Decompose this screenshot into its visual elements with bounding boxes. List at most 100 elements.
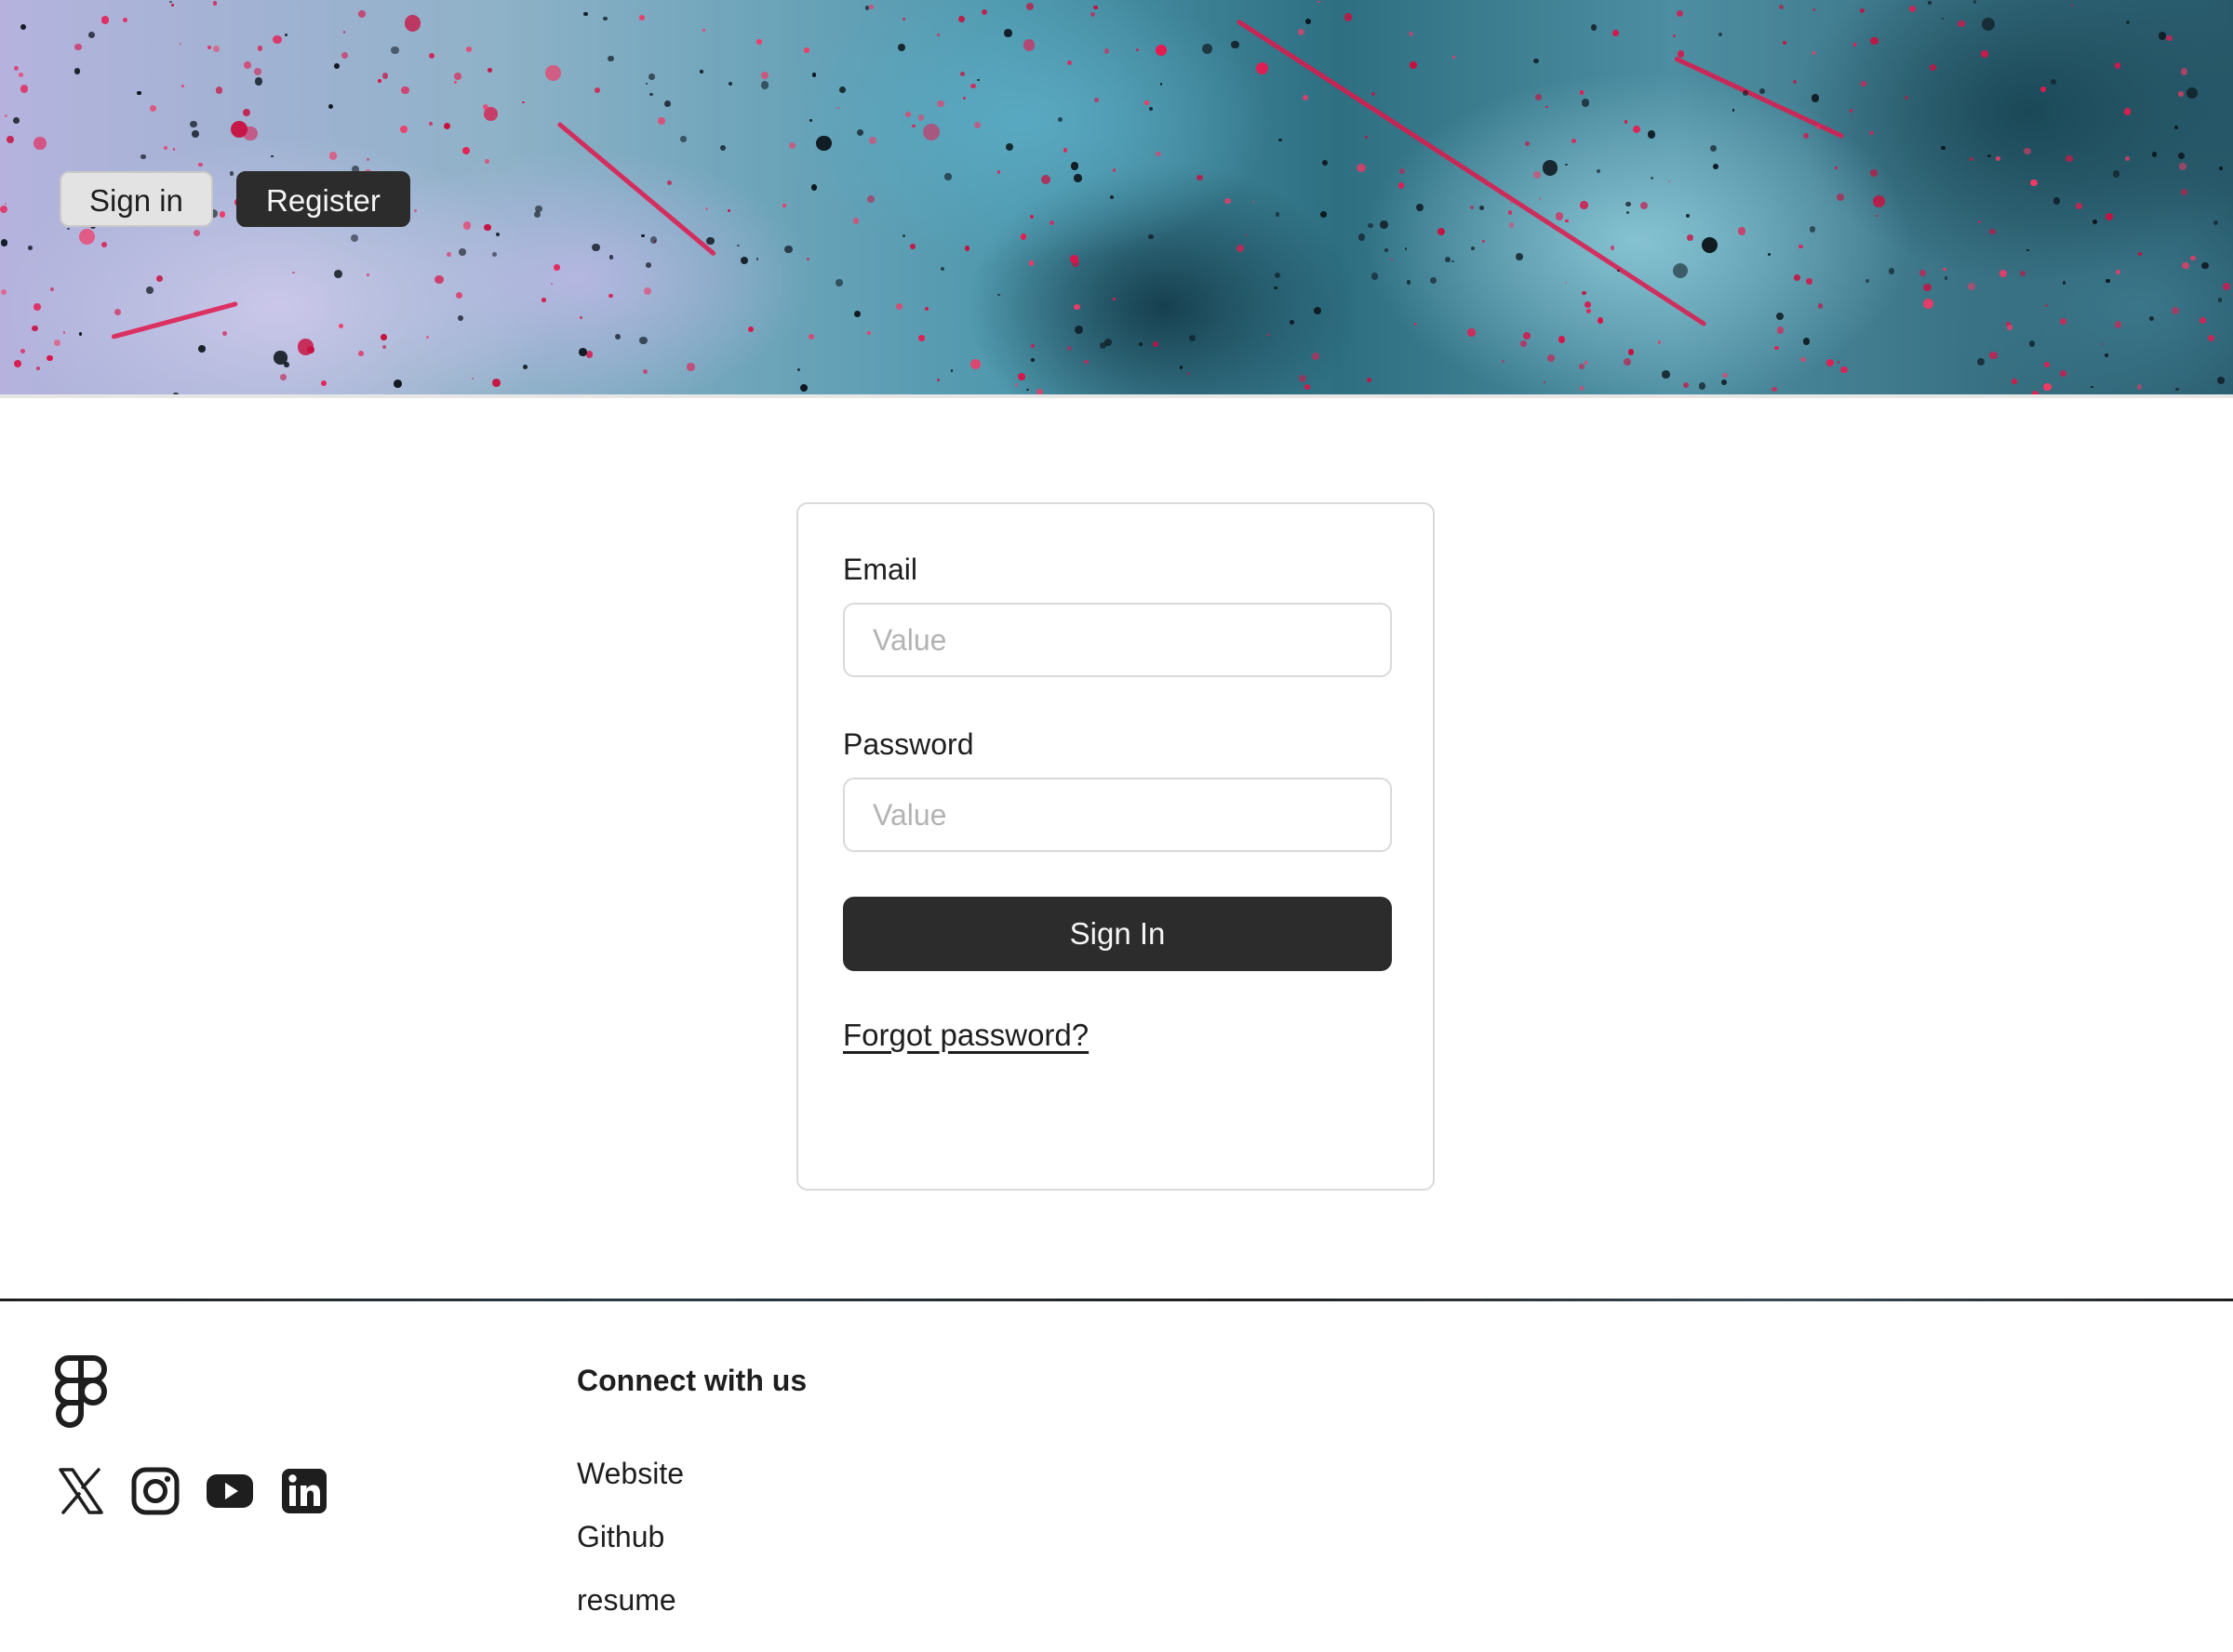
sign-in-button[interactable]: Sign In	[843, 897, 1392, 971]
paint-speck	[642, 369, 649, 375]
paint-speck	[755, 258, 759, 260]
paint-speck	[1888, 268, 1895, 275]
paint-speck	[578, 347, 587, 356]
paint-speck	[2050, 78, 2057, 86]
paint-speck	[20, 349, 26, 354]
paint-speck	[198, 162, 203, 167]
paint-speck	[2123, 108, 2132, 115]
paint-speck	[122, 17, 128, 23]
paint-speck	[333, 269, 342, 278]
paint-speck	[1384, 247, 1388, 252]
paint-speck	[924, 307, 929, 312]
paint-speck	[869, 5, 874, 9]
register-nav-button[interactable]: Register	[236, 171, 410, 227]
paint-speck	[1368, 222, 1374, 229]
footer-heading: Connect with us	[577, 1364, 808, 1397]
paint-speck	[917, 334, 925, 341]
paint-speck	[2019, 270, 2026, 276]
paint-speck	[923, 124, 941, 141]
paint-speck	[472, 377, 475, 380]
paint-speck	[1093, 5, 1098, 10]
paint-speck	[1074, 326, 1083, 335]
paint-speck	[1869, 130, 1874, 136]
paint-speck	[997, 293, 1000, 297]
paint-speck	[1404, 247, 1408, 250]
paint-speck	[1772, 386, 1777, 392]
paint-speck	[837, 106, 840, 109]
footer-divider	[0, 1299, 2233, 1301]
paint-speck	[2126, 20, 2131, 24]
paint-speck	[1028, 260, 1035, 266]
paint-speck	[1070, 162, 1079, 170]
paint-speck	[1305, 18, 1312, 24]
paint-speck	[367, 157, 370, 161]
password-field[interactable]	[843, 778, 1392, 852]
paint-speck	[2093, 220, 2098, 225]
sign-in-nav-button[interactable]: Sign in	[60, 171, 213, 227]
linkedin-icon[interactable]	[279, 1466, 329, 1516]
paint-speck	[1084, 359, 1089, 365]
youtube-icon[interactable]	[205, 1466, 255, 1516]
paint-speck	[1809, 225, 1816, 233]
paint-speck	[1565, 219, 1569, 223]
paint-speck	[492, 378, 501, 387]
paint-speck	[2166, 35, 2173, 42]
paint-speck	[1732, 109, 1735, 112]
paint-speck	[1197, 174, 1203, 181]
paint-speck	[1579, 386, 1584, 392]
paint-speck	[1451, 55, 1455, 59]
paint-speck	[1058, 117, 1063, 123]
paint-speck	[957, 16, 965, 23]
forgot-password-link[interactable]: Forgot password?	[843, 1018, 1089, 1053]
paint-speck	[1379, 220, 1388, 230]
paint-speck	[1366, 378, 1371, 383]
paint-speck	[1970, 156, 1974, 161]
paint-speck	[79, 229, 96, 245]
paint-speck	[1774, 346, 1779, 351]
paint-speck	[649, 236, 657, 244]
paint-speck	[87, 31, 96, 39]
paint-speck	[254, 77, 263, 86]
paint-speck	[455, 292, 462, 300]
paint-speck	[1617, 269, 1620, 273]
paint-speck	[1267, 333, 1270, 337]
paint-speck	[603, 16, 608, 21]
paint-speck	[2052, 197, 2061, 205]
paint-speck	[484, 223, 491, 231]
paint-speck	[1806, 278, 1812, 285]
paint-speck	[1624, 357, 1632, 366]
paint-speck	[33, 137, 47, 150]
paint-speck	[100, 16, 110, 24]
email-field[interactable]	[843, 603, 1392, 677]
paint-speck	[1610, 245, 1615, 250]
paint-speck	[27, 245, 33, 250]
footer-link-github[interactable]: Github	[577, 1520, 664, 1554]
paint-speck	[1278, 138, 1282, 142]
paint-speck	[867, 330, 872, 335]
paint-speck	[1627, 349, 1635, 355]
paint-speck	[190, 120, 197, 128]
instagram-icon[interactable]	[130, 1466, 181, 1516]
paint-speck	[1112, 297, 1116, 300]
paint-speck	[400, 86, 409, 95]
paint-speck	[1812, 51, 1816, 55]
paint-speck	[0, 206, 8, 214]
paint-speck	[1026, 388, 1029, 392]
paint-speck	[1066, 60, 1073, 66]
footer-link-resume[interactable]: resume	[577, 1583, 676, 1618]
paint-speck	[595, 87, 600, 94]
paint-speck	[1836, 193, 1844, 201]
paint-speck	[639, 336, 649, 345]
paint-speck	[0, 288, 7, 296]
paint-speck	[67, 227, 70, 231]
paint-speck	[1767, 253, 1771, 257]
paint-speck	[1298, 375, 1306, 382]
paint-speck	[2104, 353, 2109, 358]
paint-speck	[592, 243, 600, 252]
paint-speck	[1582, 290, 1586, 296]
paint-speck	[2182, 261, 2189, 270]
paint-speck	[328, 152, 338, 161]
x-icon[interactable]	[56, 1466, 106, 1516]
paint-speck	[1870, 37, 1879, 46]
footer-link-website[interactable]: Website	[577, 1457, 684, 1491]
